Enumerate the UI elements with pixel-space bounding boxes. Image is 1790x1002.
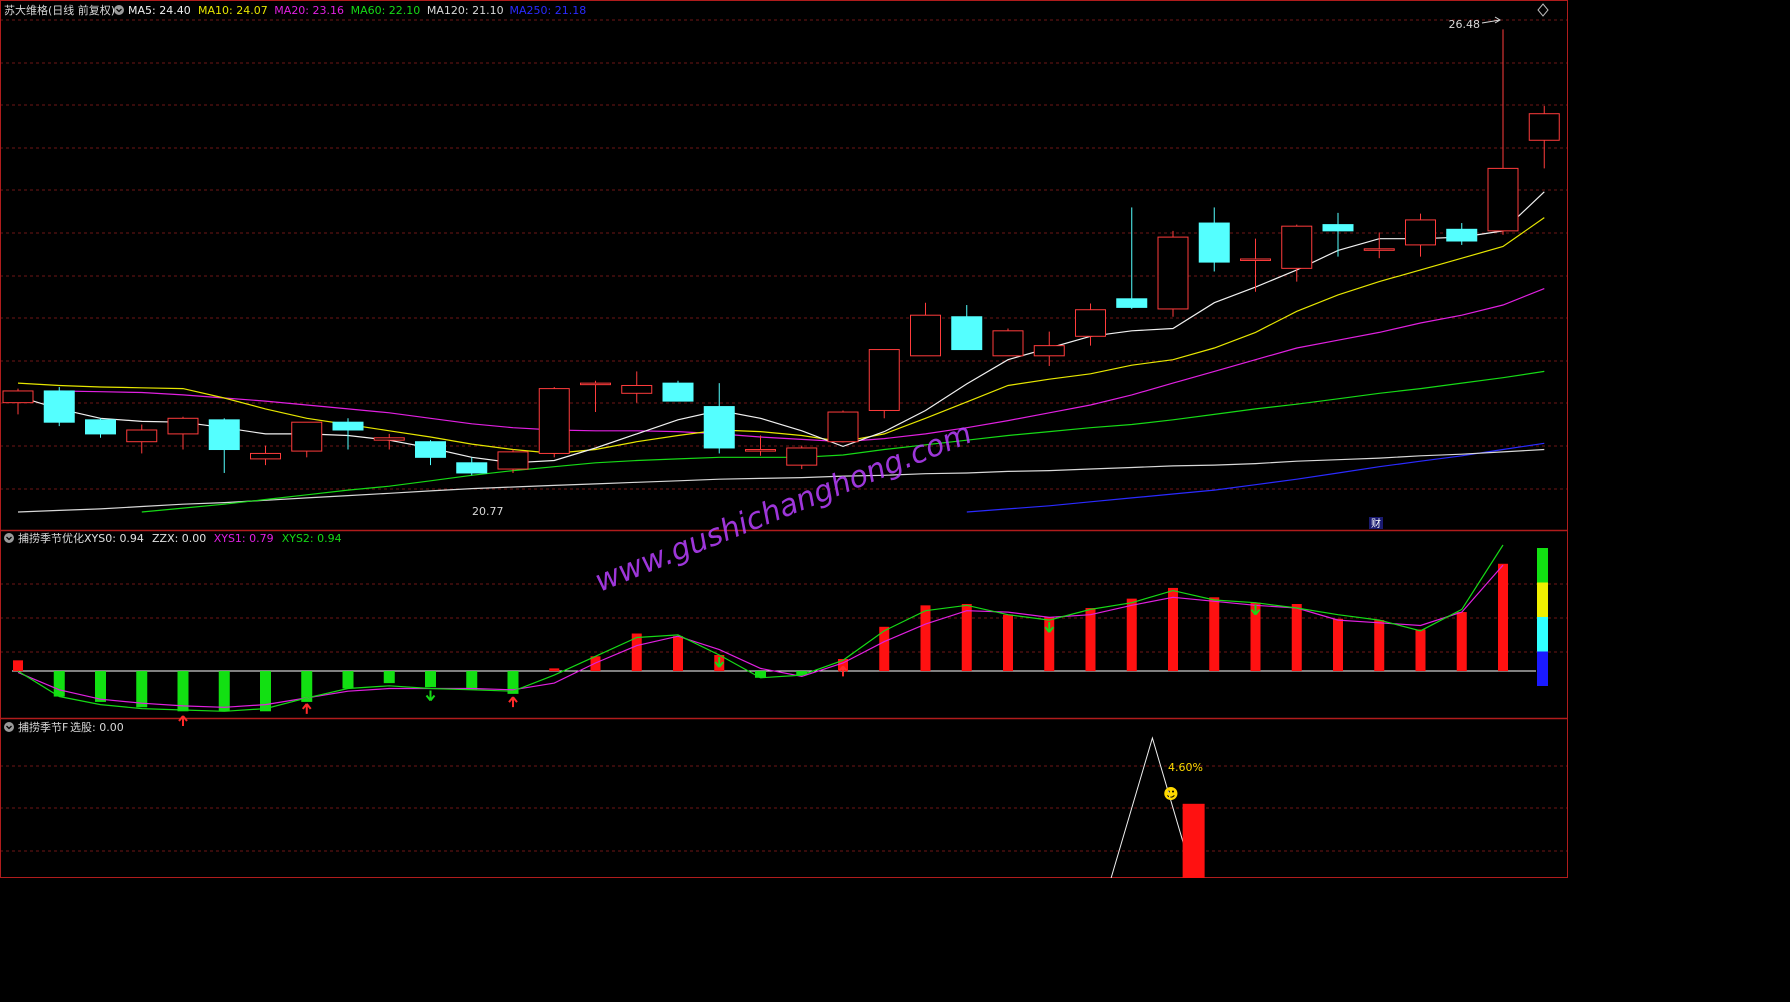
candle-body — [167, 417, 199, 435]
candle-body — [580, 382, 611, 386]
candle-body — [208, 419, 240, 451]
candle-body — [703, 406, 735, 449]
candle-body — [1487, 167, 1519, 232]
smiley-icon: ☻ — [1163, 785, 1179, 803]
candle-body — [1446, 228, 1478, 242]
indicator-bar — [961, 604, 972, 672]
candle-body — [1157, 236, 1189, 310]
candle-body — [126, 429, 158, 443]
candle-body — [373, 437, 405, 441]
indicator-bar — [1333, 618, 1343, 672]
indicator2-toggle-icon[interactable] — [4, 722, 14, 732]
candle-body — [1363, 248, 1395, 251]
ma-toggle-icon[interactable] — [114, 5, 124, 15]
candle-body — [910, 314, 941, 357]
gauge-segment — [1537, 582, 1548, 617]
candle-body — [868, 349, 900, 411]
indicator2-value: 选股: 0.00 — [70, 721, 124, 734]
indicator-bar — [920, 605, 931, 672]
candle-body — [951, 316, 983, 351]
candle-body — [1116, 298, 1148, 308]
candle-body — [1528, 113, 1560, 141]
indicator-bar — [218, 671, 230, 712]
indicator-bar — [1085, 608, 1096, 672]
stock-chart-svg: 26.48 20.77 财 苏大维格(日线 前复权) MA5: 24.40 MA1… — [0, 0, 1568, 879]
indicator1-legend-label: ZZX: 0.00 — [152, 532, 206, 545]
candle-body — [250, 452, 281, 460]
indicator-bar — [1498, 563, 1508, 672]
candle-body — [1322, 224, 1354, 232]
indicator-bar — [1126, 598, 1137, 672]
indicator-bar — [425, 671, 436, 688]
ma-legend-label: MA250: 21.18 — [510, 4, 587, 17]
indicator-bar — [549, 668, 560, 672]
ma-legend-label: MA120: 21.10 — [427, 4, 504, 17]
ma-legend-label: MA5: 24.40 — [128, 4, 191, 17]
candle-body — [1240, 258, 1271, 261]
candle-body — [1033, 345, 1065, 357]
ma-legend-label: MA20: 23.16 — [274, 4, 344, 17]
candle-body — [1075, 309, 1106, 337]
indicator1-legend-label: XYS0: 0.94 — [84, 532, 144, 545]
candle-body — [2, 390, 34, 404]
candle-body — [745, 449, 776, 452]
indicator1-name[interactable]: 捕捞季节优化 — [18, 531, 84, 545]
indicator-bar — [1374, 620, 1385, 672]
candle-body — [415, 441, 446, 458]
gauge-segment — [1537, 651, 1548, 686]
indicator-bar — [1209, 597, 1220, 672]
indicator-bar — [466, 671, 478, 690]
indicator-bar — [507, 671, 519, 694]
candle-body — [1198, 222, 1230, 263]
indicator-bar — [673, 636, 683, 672]
indicator1-toggle-icon[interactable] — [4, 533, 14, 543]
indicator1-legend: XYS0: 0.94 ZZX: 0.00 XYS1: 0.79 XYS2: 0.94 — [84, 532, 342, 545]
indicator-bar — [1003, 614, 1013, 672]
indicator-bar — [136, 671, 148, 708]
low-price-label: 20.77 — [472, 505, 504, 518]
indicator1-legend-label: XYS1: 0.79 — [214, 532, 274, 545]
indicator-bar — [1168, 587, 1178, 672]
stock-name-text: 苏大维格(日线 前复权) — [4, 3, 115, 17]
chart-stage: 26.48 20.77 财 苏大维格(日线 前复权) MA5: 24.40 MA1… — [0, 0, 1568, 879]
indicator-bar — [95, 671, 106, 702]
indicator-bar — [1415, 629, 1426, 672]
candle-body — [827, 411, 859, 443]
candle-body — [621, 384, 653, 394]
gauge-segment — [1537, 617, 1548, 652]
candle-body — [538, 388, 570, 454]
signal-bar — [1182, 803, 1205, 878]
ma-legend-label: MA60: 22.10 — [351, 4, 421, 17]
candle-body — [332, 421, 364, 431]
indicator-bar — [383, 671, 395, 684]
indicator-bar — [1456, 612, 1467, 672]
stock-name[interactable]: 苏大维格(日线 前复权) — [4, 3, 115, 17]
indicator2-name[interactable]: 捕捞季节F — [18, 720, 68, 734]
high-price-label: 26.48 — [1449, 18, 1481, 31]
gauge-segment — [1537, 548, 1548, 583]
indicator1-header: 捕捞季节优化 XYS0: 0.94 ZZX: 0.00 XYS1: 0.79 XYS2… — [4, 531, 342, 545]
indicator-bar — [1291, 604, 1302, 672]
candle-body — [662, 382, 694, 402]
indicator1-legend-label: XYS2: 0.94 — [282, 532, 342, 545]
candle-body — [1405, 219, 1436, 246]
candle-body — [291, 421, 323, 452]
indicator-bar — [342, 671, 354, 689]
candle-body — [43, 390, 75, 423]
indicator-bar — [755, 671, 766, 678]
candle-body — [992, 330, 1024, 357]
candle-body — [456, 462, 488, 474]
financial-badge[interactable]: 财 — [1371, 517, 1381, 530]
candle-body — [497, 451, 529, 470]
candle-body — [786, 447, 818, 466]
indicator-bar — [13, 660, 23, 672]
indicator2-percent-label: 4.60% — [1168, 761, 1203, 774]
indicator-bar — [53, 671, 65, 697]
candle-body — [85, 419, 116, 435]
ma-legend-label: MA10: 24.07 — [198, 4, 268, 17]
indicator2-header: 捕捞季节F 选股: 0.00 — [4, 720, 124, 734]
candle-body — [1281, 225, 1313, 269]
indicator1-gauge — [1537, 548, 1548, 686]
